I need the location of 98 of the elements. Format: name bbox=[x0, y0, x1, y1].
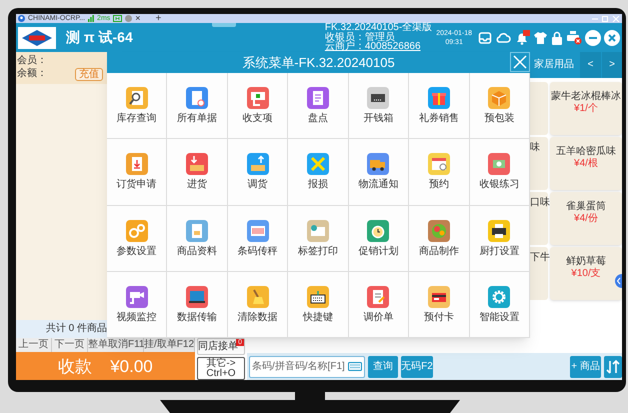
lock-icon[interactable] bbox=[551, 30, 563, 44]
dialog-title: 系统菜单-FK.32.20240105 bbox=[242, 56, 395, 69]
gear-icon bbox=[488, 286, 510, 308]
member-label: 会员： bbox=[17, 56, 48, 66]
product-card[interactable]: 蒙牛老冰棍棒冰 ¥1/个 bbox=[550, 82, 622, 135]
product-price: ¥10/支 bbox=[571, 269, 601, 279]
menu-tile[interactable]: 标签打印 bbox=[288, 206, 349, 272]
inbox-icon[interactable] bbox=[478, 30, 492, 44]
close-icon[interactable] bbox=[604, 30, 620, 46]
card-background bbox=[530, 82, 548, 135]
collapse-handle[interactable] bbox=[612, 274, 622, 288]
gears-icon bbox=[126, 220, 148, 242]
card-icon bbox=[428, 286, 450, 308]
product-name: 鲜奶草莓 bbox=[566, 257, 606, 267]
product-name: 雀巢蛋筒 bbox=[566, 202, 606, 212]
boxes-icon bbox=[186, 153, 208, 176]
cash-drawer-icon bbox=[367, 87, 390, 110]
h-box-icon bbox=[113, 15, 122, 22]
product-card[interactable]: 下牛 bbox=[530, 247, 548, 300]
menu-tile[interactable]: 条码传秤 bbox=[228, 206, 288, 272]
menu-tile[interactable]: 商品制作 bbox=[409, 206, 470, 272]
version-text: FK.32.20240105-全渠版 bbox=[324, 23, 432, 33]
previous-page-button[interactable]: < bbox=[580, 52, 601, 78]
menu-tile[interactable]: 数据传输 bbox=[167, 272, 228, 338]
product-name: 蒙牛老冰棍棒冰 bbox=[551, 92, 621, 102]
search-field[interactable]: 条码/拼音码/名称[F1] bbox=[249, 356, 365, 378]
clipboard-icon bbox=[306, 87, 329, 110]
menu-tile[interactable]: 快捷键 bbox=[288, 272, 349, 338]
product-price: ¥4/根 bbox=[574, 159, 598, 169]
menu-tile[interactable]: 库存查询 bbox=[107, 73, 168, 140]
menu-tile[interactable]: 报损 bbox=[288, 139, 349, 206]
menu-tile[interactable]: 清除数据 bbox=[228, 272, 288, 338]
calendar-icon bbox=[428, 153, 450, 176]
package-icon bbox=[488, 87, 510, 110]
menu-tile[interactable]: 进货 bbox=[167, 139, 228, 206]
product-card[interactable]: 雀巢蛋筒 ¥4/份 bbox=[550, 192, 622, 245]
menu-tile[interactable]: 智能设置 bbox=[470, 272, 530, 338]
bowl-icon bbox=[428, 220, 450, 242]
menu-tile[interactable]: 预包装 bbox=[470, 73, 530, 140]
menu-tile[interactable]: 商品资料 bbox=[167, 206, 228, 272]
store-title: 测 π 试-64 bbox=[66, 28, 133, 47]
shop-logo bbox=[18, 26, 56, 48]
menu-tile[interactable]: 参数设置 bbox=[107, 206, 168, 272]
minimize-icon[interactable] bbox=[585, 30, 601, 46]
menu-tile[interactable]: 盘点 bbox=[288, 73, 349, 140]
label-roll-icon bbox=[306, 220, 329, 242]
balance-label: 余额： bbox=[17, 69, 47, 79]
boxes-icon bbox=[246, 153, 269, 176]
menu-tile[interactable]: 物流通知 bbox=[348, 139, 410, 206]
user-icon bbox=[18, 15, 25, 22]
menu-tile[interactable]: 收支项 bbox=[228, 73, 288, 140]
menu-tile[interactable]: 礼券销售 bbox=[409, 73, 470, 140]
shirt-icon[interactable] bbox=[533, 30, 548, 44]
document-icon bbox=[367, 286, 390, 308]
total-items-text: 共计 0 件商品 bbox=[44, 324, 107, 334]
menu-tile[interactable]: 开钱箱 bbox=[348, 73, 410, 140]
menu-tile[interactable]: 厨打设置 bbox=[470, 206, 530, 272]
broom-icon bbox=[246, 286, 269, 308]
menu-tile[interactable]: 预约 bbox=[409, 139, 470, 206]
menu-tile[interactable]: 调价单 bbox=[348, 272, 410, 338]
monitor-icon bbox=[186, 286, 208, 308]
camera-icon bbox=[126, 286, 148, 308]
truck-icon bbox=[367, 153, 390, 176]
keyboard-icon bbox=[306, 286, 329, 308]
document-icon bbox=[186, 87, 208, 110]
menu-tile[interactable]: 预付卡 bbox=[409, 272, 470, 338]
menu-tile[interactable]: 视频监控 bbox=[107, 272, 168, 338]
barcode-icon bbox=[246, 220, 269, 242]
keyboard-icon bbox=[348, 362, 362, 371]
signal-icon bbox=[88, 15, 94, 22]
product-name: 五羊哈密瓜味 bbox=[556, 147, 616, 157]
cloud-icon[interactable] bbox=[495, 30, 511, 44]
menu-tile[interactable]: 所有单据 bbox=[167, 73, 228, 140]
product-card[interactable]: 五羊哈密瓜味 ¥4/根 bbox=[550, 137, 622, 190]
menu-tile[interactable]: 调货 bbox=[228, 139, 288, 206]
clipboard-icon bbox=[126, 153, 148, 176]
clock-icon bbox=[367, 220, 390, 242]
new-tab-button[interactable]: + bbox=[156, 14, 162, 24]
printer-icon bbox=[488, 220, 510, 242]
magnifier-icon bbox=[126, 87, 148, 110]
close-tab-button[interactable]: × bbox=[135, 14, 141, 23]
gift-icon bbox=[428, 87, 450, 110]
product-card[interactable]: 鲜奶草莓 ¥10/支 bbox=[550, 247, 622, 300]
menu-tile[interactable]: 订货申请 bbox=[107, 139, 168, 206]
menu-tile[interactable]: 促销计划 bbox=[348, 206, 410, 272]
menu-tile[interactable]: 收银练习 bbox=[470, 139, 530, 206]
product-card[interactable]: 味 bbox=[530, 137, 548, 190]
other-button[interactable]: 其它-> Ctrl+O bbox=[197, 357, 245, 380]
bell-icon[interactable] bbox=[514, 30, 530, 46]
next-page-button[interactable]: > bbox=[601, 52, 622, 78]
cashier-text: 收银员：管理员 bbox=[324, 32, 395, 42]
printer-icon[interactable] bbox=[566, 30, 582, 45]
close-icon[interactable] bbox=[510, 52, 530, 72]
product-price: ¥1/个 bbox=[574, 104, 598, 114]
document-icon bbox=[186, 220, 208, 242]
product-card[interactable]: 口味 bbox=[530, 192, 548, 245]
product-price: ¥4/份 bbox=[574, 214, 598, 224]
sort-icon[interactable] bbox=[604, 356, 622, 378]
